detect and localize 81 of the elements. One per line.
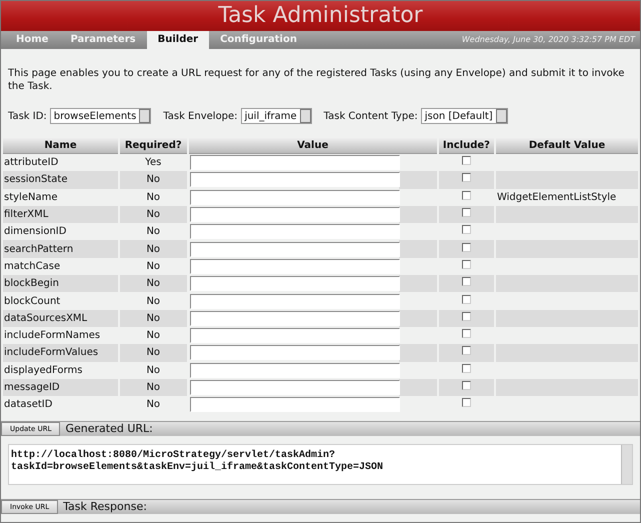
table-cell-text: No [145, 260, 162, 274]
table-cell-text: dimensionID [3, 225, 68, 240]
table-cell: No [120, 171, 187, 189]
section-label: Generated URL: [64, 421, 153, 438]
checkbox[interactable] [462, 242, 471, 252]
scrollbar[interactable] [621, 445, 632, 484]
table-cell-text: No [145, 190, 162, 205]
table-cell: sessionState [3, 171, 118, 189]
url-text: http://localhost:8080/MicroStrategy/servlet/taskAdmin? taskId=browseElements&taskEnv=juil_iframe&taskContentType=JSON [10, 448, 384, 476]
table-cell-text: styleName [3, 190, 58, 205]
table-cell: includeFormValues [3, 344, 118, 362]
url-text-area[interactable]: http://localhost:8080/MicroStrategy/servlet/taskAdmin? taskId=browseElements&taskEnv=juil_iframe&taskContentType=JSON [8, 444, 633, 486]
checkbox[interactable] [462, 346, 471, 356]
tab[interactable]: Builder [146, 31, 210, 49]
value-field[interactable] [190, 362, 400, 378]
column-header: Value [188, 138, 437, 154]
checkbox[interactable] [462, 173, 471, 182]
value-field[interactable] [190, 328, 400, 344]
dropdown[interactable]: browseElements [50, 108, 152, 124]
table-cell: filterXML [3, 206, 118, 224]
table-cell: No [120, 240, 187, 258]
table-cell-text: No [145, 294, 162, 309]
field-label: Task Content Type: [324, 110, 418, 124]
table-cell-text: No [145, 398, 162, 412]
table-cell: No [120, 378, 187, 396]
value-field[interactable] [190, 397, 400, 412]
field-label: Task Envelope: [163, 110, 238, 124]
value-field[interactable] [190, 207, 400, 222]
table-cell: searchPattern [3, 240, 118, 258]
table-cell-text: matchCase [3, 260, 62, 274]
value-field[interactable] [190, 242, 400, 257]
table-cell: No [120, 310, 187, 327]
checkbox[interactable] [462, 277, 471, 286]
dropdown[interactable]: json [Default] [420, 108, 508, 124]
checkbox[interactable] [462, 381, 471, 390]
value-field[interactable] [190, 276, 400, 292]
table-cell-text: blockCount [3, 294, 62, 309]
table-cell: No [120, 206, 187, 224]
table-cell: blockBegin [3, 275, 118, 292]
checkbox[interactable] [462, 156, 471, 166]
value-field[interactable] [190, 294, 400, 309]
column-header: Required? [120, 138, 187, 154]
section-label: Task Response: [62, 499, 147, 516]
checkbox[interactable] [462, 312, 471, 321]
table-cell: No [120, 344, 187, 362]
table-cell-text: No [145, 329, 162, 344]
checkbox[interactable] [462, 398, 471, 408]
column-header: Name [3, 138, 118, 154]
value-field[interactable] [190, 224, 400, 240]
table-cell-text: WidgetElementListStyle [496, 190, 618, 205]
value-field[interactable] [190, 155, 400, 170]
table-cell-text: No [145, 225, 162, 240]
checkbox[interactable] [462, 294, 471, 304]
table-cell: dataSourcesXML [3, 310, 118, 327]
value-field[interactable] [190, 345, 400, 360]
checkbox[interactable] [462, 225, 471, 234]
field-label: Task ID: [8, 110, 47, 124]
checkbox[interactable] [462, 364, 471, 373]
checkbox[interactable] [462, 208, 471, 218]
value-field[interactable] [190, 380, 400, 395]
value-field[interactable] [190, 258, 400, 274]
table-cell-text: includeFormNames [3, 329, 102, 344]
table-cell-text: displayedForms [3, 364, 84, 378]
description: This page enables you to create a URL request for any of the registered Tasks (using any Envelope) and submit it to invoke the Task. [7, 67, 626, 93]
table-cell: No [120, 275, 187, 292]
value-field[interactable] [190, 190, 400, 205]
column-header: Include? [438, 138, 494, 154]
timestamp: Wednesday, June 30, 2020 3:32:57 PM EDT [462, 34, 636, 46]
table-cell: messageID [3, 378, 118, 396]
value-field[interactable] [190, 310, 400, 326]
window-title: Task Administrator [1, 1, 640, 31]
table-cell-text: Yes [144, 156, 162, 170]
dropdown[interactable]: juil_iframe [240, 108, 312, 124]
value-field[interactable] [190, 172, 400, 188]
table-cell-text: No [145, 364, 162, 378]
checkbox[interactable] [462, 260, 471, 269]
table-cell-text: datasetID [3, 398, 54, 412]
checkbox[interactable] [462, 190, 471, 200]
column-header: Default Value [496, 138, 638, 154]
table-cell-text: attributeID [3, 156, 60, 170]
checkbox[interactable] [462, 329, 471, 338]
